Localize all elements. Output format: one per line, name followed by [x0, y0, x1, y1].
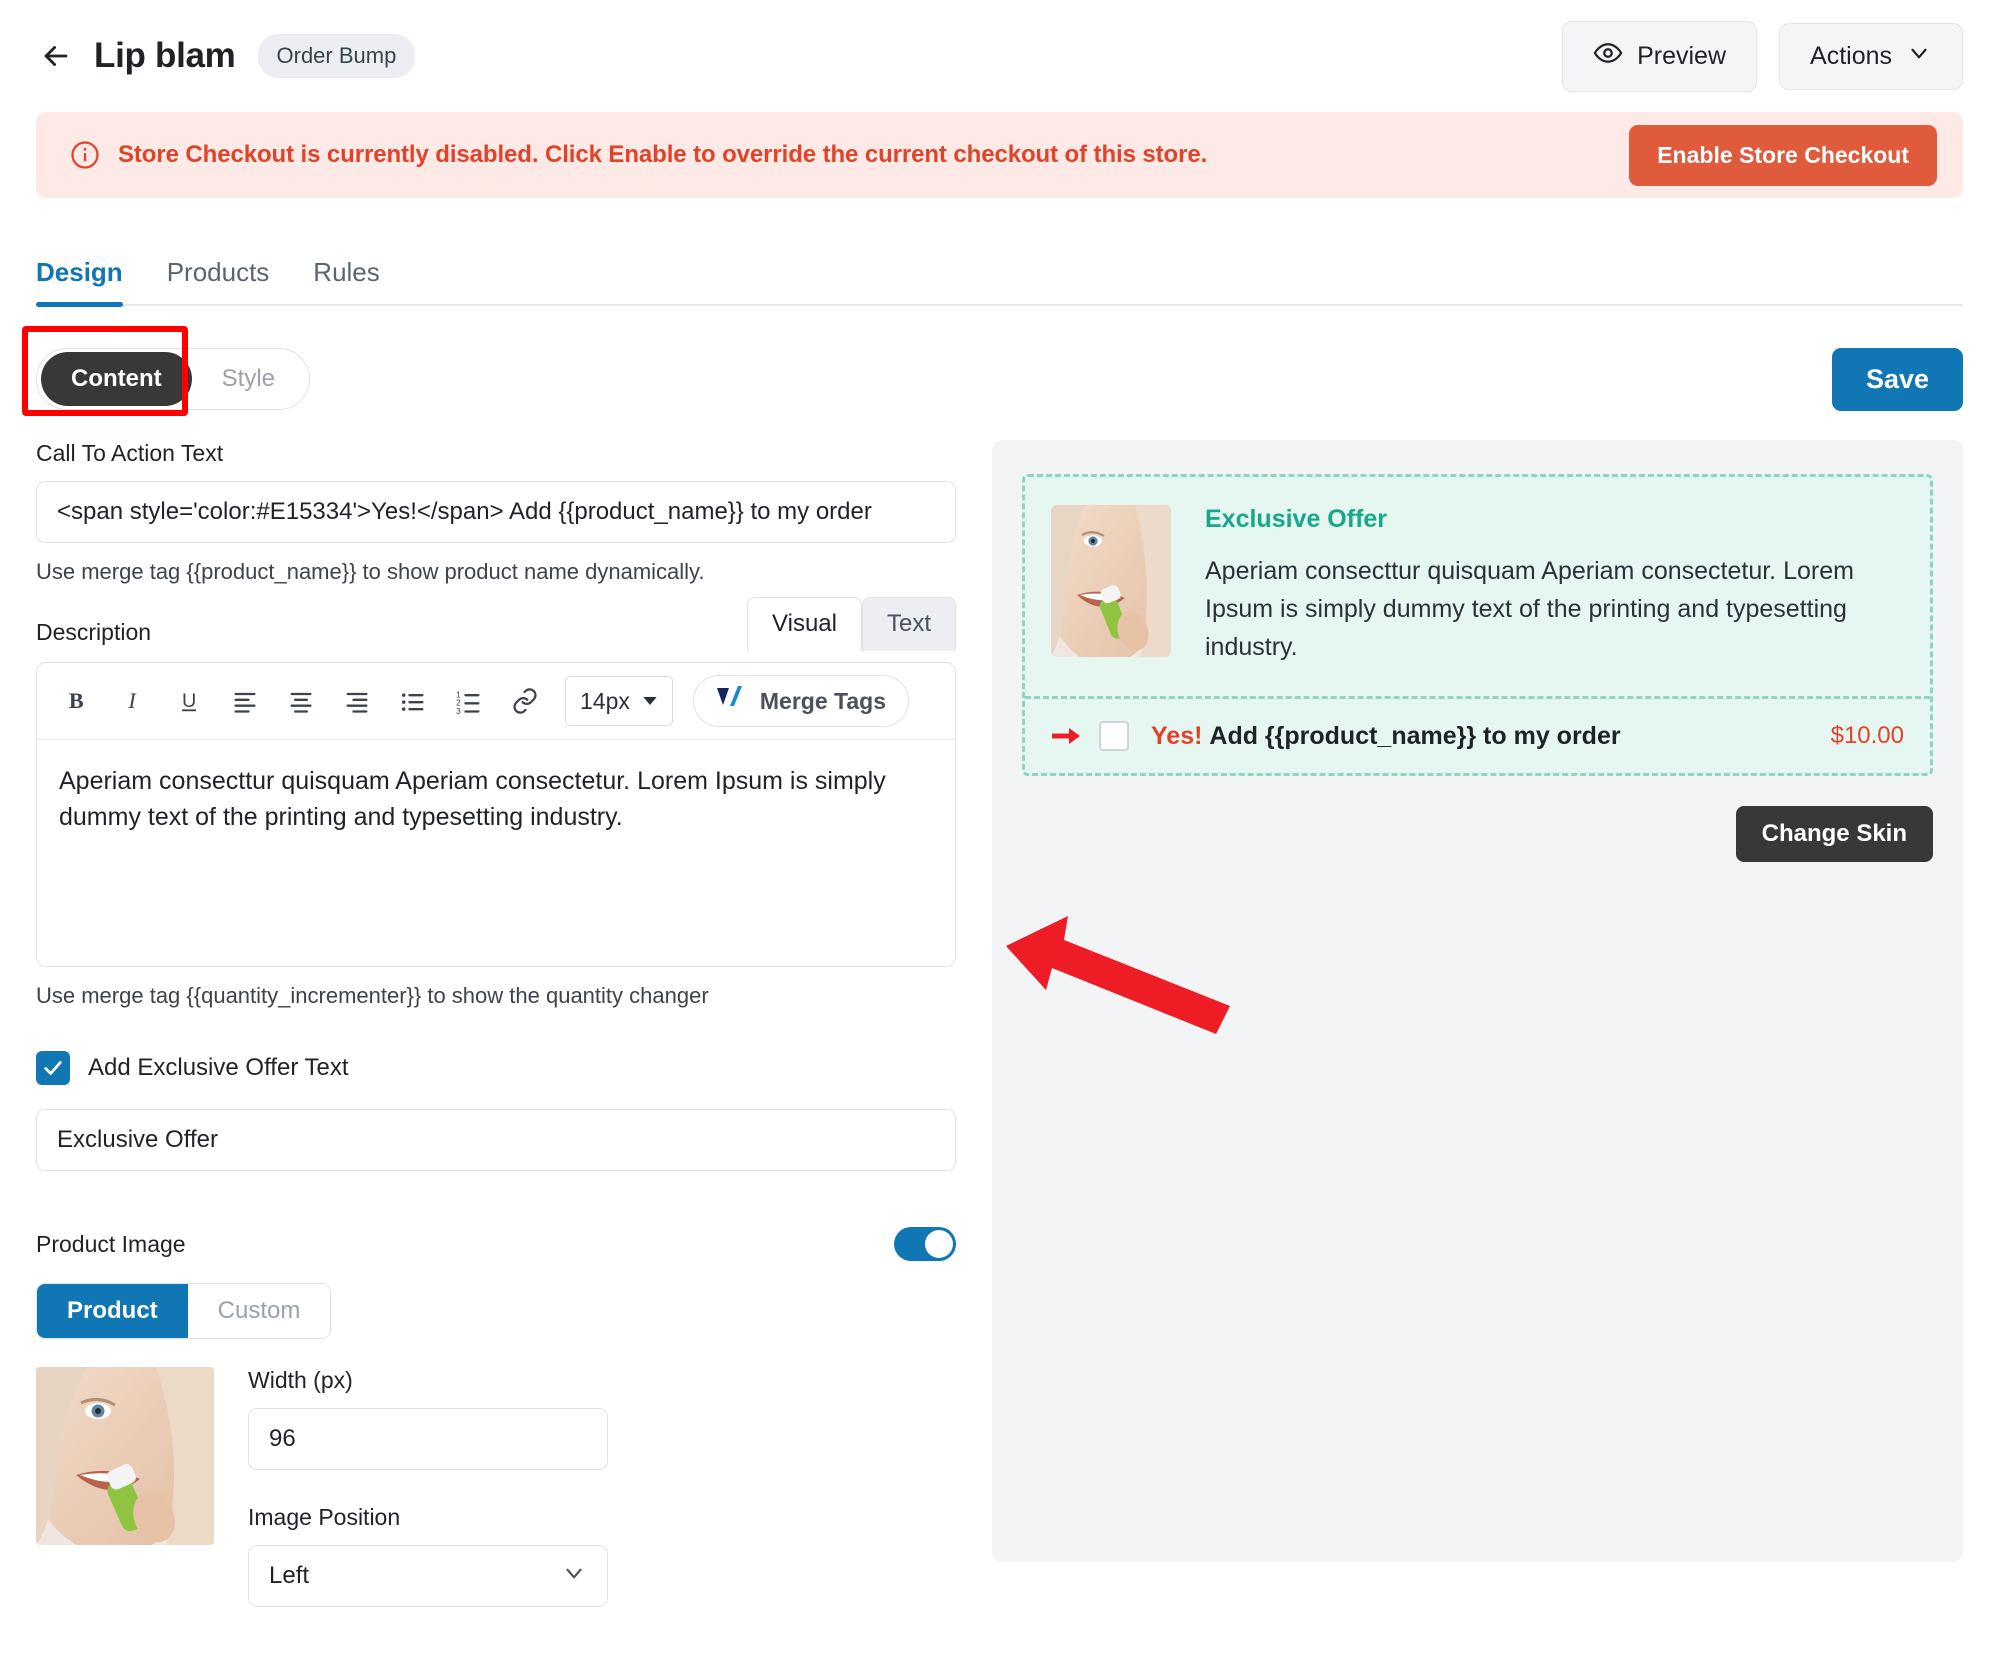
description-header: Description Visual Text [36, 597, 956, 651]
bump-cta-row: Yes! Add {{product_name}} to my order $1… [1025, 696, 1930, 773]
editor-body: Call To Action Text Use merge tag {{prod… [0, 418, 1999, 1607]
editor-toolbar: B I U 1 2 3 14px Merge Tags [37, 663, 955, 740]
content-style-bar: Content Style Save [22, 326, 1963, 418]
description-editor-content[interactable]: Aperiam consecttur quisquam Aperiam cons… [37, 740, 955, 966]
exclusive-offer-checkbox-label: Add Exclusive Offer Text [88, 1054, 349, 1081]
bump-cta-price: $10.00 [1830, 722, 1904, 749]
image-settings-row: Width (px) Image Position Left [36, 1367, 956, 1607]
chevron-down-icon [561, 1560, 587, 1593]
cta-hint: Use merge tag {{product_name}} to show p… [36, 559, 705, 584]
align-left-icon[interactable] [219, 675, 271, 727]
segment-content[interactable]: Content [41, 352, 192, 406]
bump-offer-text: Exclusive Offer Aperiam consecttur quisq… [1205, 505, 1904, 666]
settings-column: Call To Action Text Use merge tag {{prod… [36, 440, 956, 1607]
segment-product[interactable]: Product [37, 1284, 188, 1338]
numbered-list-icon[interactable]: 123 [443, 675, 495, 727]
bump-product-image [1051, 505, 1171, 657]
arrow-right-icon [1051, 724, 1081, 748]
bump-offer-section: Exclusive Offer Aperiam consecttur quisq… [1025, 477, 1930, 696]
page-header: Lip blam Order Bump Preview Actions [0, 0, 1999, 106]
page-title: Lip blam [94, 36, 236, 75]
description-hint: Use merge tag {{quantity_incrementer}} t… [36, 983, 709, 1008]
image-source-segmented: Product Custom [36, 1283, 332, 1339]
preview-column: Exclusive Offer Aperiam consecttur quisq… [992, 440, 1963, 1607]
toggle-knob [925, 1230, 953, 1258]
app-root: Lip blam Order Bump Preview Actions Stor… [0, 0, 1999, 1669]
svg-text:U: U [182, 690, 196, 712]
bump-offer-title: Exclusive Offer [1205, 505, 1388, 533]
font-size-value: 14px [580, 687, 630, 714]
product-image-toggle[interactable] [894, 1227, 956, 1261]
image-position-label: Image Position [248, 1504, 401, 1530]
chevron-down-icon [1906, 40, 1932, 73]
alert-message: Store Checkout is currently disabled. Cl… [118, 141, 1208, 168]
image-fields: Width (px) Image Position Left [248, 1367, 608, 1607]
link-icon[interactable] [499, 675, 551, 727]
content-style-segmented: Content Style [36, 348, 311, 410]
change-skin-row: Change Skin [1022, 806, 1933, 862]
rich-text-editor: B I U 1 2 3 14px Merge Tags Aperiam cons… [36, 662, 956, 967]
bold-icon[interactable]: B [51, 675, 103, 727]
description-label: Description [36, 619, 152, 645]
bump-cta-checkbox[interactable] [1099, 721, 1129, 751]
product-image-row: Product Image [36, 1227, 956, 1261]
product-image-label: Product Image [36, 1230, 186, 1257]
tab-design[interactable]: Design [36, 257, 123, 307]
info-circle-icon [70, 140, 100, 170]
svg-text:I: I [127, 688, 137, 713]
exclusive-offer-checkbox[interactable] [36, 1051, 70, 1085]
italic-icon[interactable]: I [107, 675, 159, 727]
image-position-value: Left [269, 1562, 310, 1589]
exclusive-offer-input[interactable] [36, 1109, 956, 1171]
segment-style[interactable]: Style [192, 352, 305, 406]
align-center-icon[interactable] [275, 675, 327, 727]
back-arrow-icon[interactable] [36, 36, 76, 76]
main-tabs: Design Products Rules [36, 240, 1963, 307]
enable-store-checkout-button[interactable]: Enable Store Checkout [1629, 124, 1937, 186]
editor-mode-tabs: Visual Text [747, 597, 956, 651]
bump-offer-description: Aperiam consecttur quisquam Aperiam cons… [1205, 557, 1854, 661]
width-label: Width (px) [248, 1367, 353, 1393]
product-thumbnail [36, 1367, 214, 1545]
change-skin-button[interactable]: Change Skin [1735, 806, 1933, 862]
actions-button[interactable]: Actions [1779, 22, 1963, 90]
save-button[interactable]: Save [1831, 347, 1963, 411]
editor-tab-visual[interactable]: Visual [747, 597, 862, 651]
eye-icon [1593, 38, 1623, 75]
underline-icon[interactable]: U [163, 675, 215, 727]
segment-custom[interactable]: Custom [187, 1284, 331, 1338]
red-arrow-annotation [1002, 910, 1242, 1045]
bump-cta-text: Yes! Add {{product_name}} to my order [1151, 722, 1621, 751]
svg-text:3: 3 [456, 707, 461, 715]
order-bump-badge: Order Bump [257, 34, 416, 78]
width-input[interactable] [248, 1408, 608, 1470]
actions-button-label: Actions [1810, 41, 1892, 70]
bullet-list-icon[interactable] [387, 675, 439, 727]
merge-tags-button[interactable]: Merge Tags [692, 675, 909, 727]
preview-button[interactable]: Preview [1562, 20, 1758, 92]
store-checkout-alert: Store Checkout is currently disabled. Cl… [36, 112, 1963, 198]
editor-tab-text[interactable]: Text [861, 597, 956, 651]
order-bump-preview-card: Exclusive Offer Aperiam consecttur quisq… [1022, 474, 1933, 776]
bump-cta-rest: Add {{product_name}} to my order [1209, 721, 1621, 750]
tab-products[interactable]: Products [167, 257, 270, 304]
svg-text:B: B [69, 688, 84, 713]
preview-panel: Exclusive Offer Aperiam consecttur quisq… [992, 440, 1963, 1562]
exclusive-offer-checkbox-row: Add Exclusive Offer Text [36, 1051, 956, 1085]
tab-rules[interactable]: Rules [313, 257, 379, 304]
merge-tags-icon [716, 685, 746, 717]
merge-tags-label: Merge Tags [759, 687, 886, 714]
bump-cta-yes: Yes! [1151, 721, 1203, 750]
caret-down-icon [642, 688, 658, 715]
font-size-select[interactable]: 14px [565, 676, 673, 726]
image-position-select[interactable]: Left [248, 1545, 608, 1607]
align-right-icon[interactable] [331, 675, 383, 727]
cta-input[interactable] [36, 481, 956, 543]
preview-button-label: Preview [1637, 41, 1727, 70]
cta-label: Call To Action Text [36, 440, 224, 466]
